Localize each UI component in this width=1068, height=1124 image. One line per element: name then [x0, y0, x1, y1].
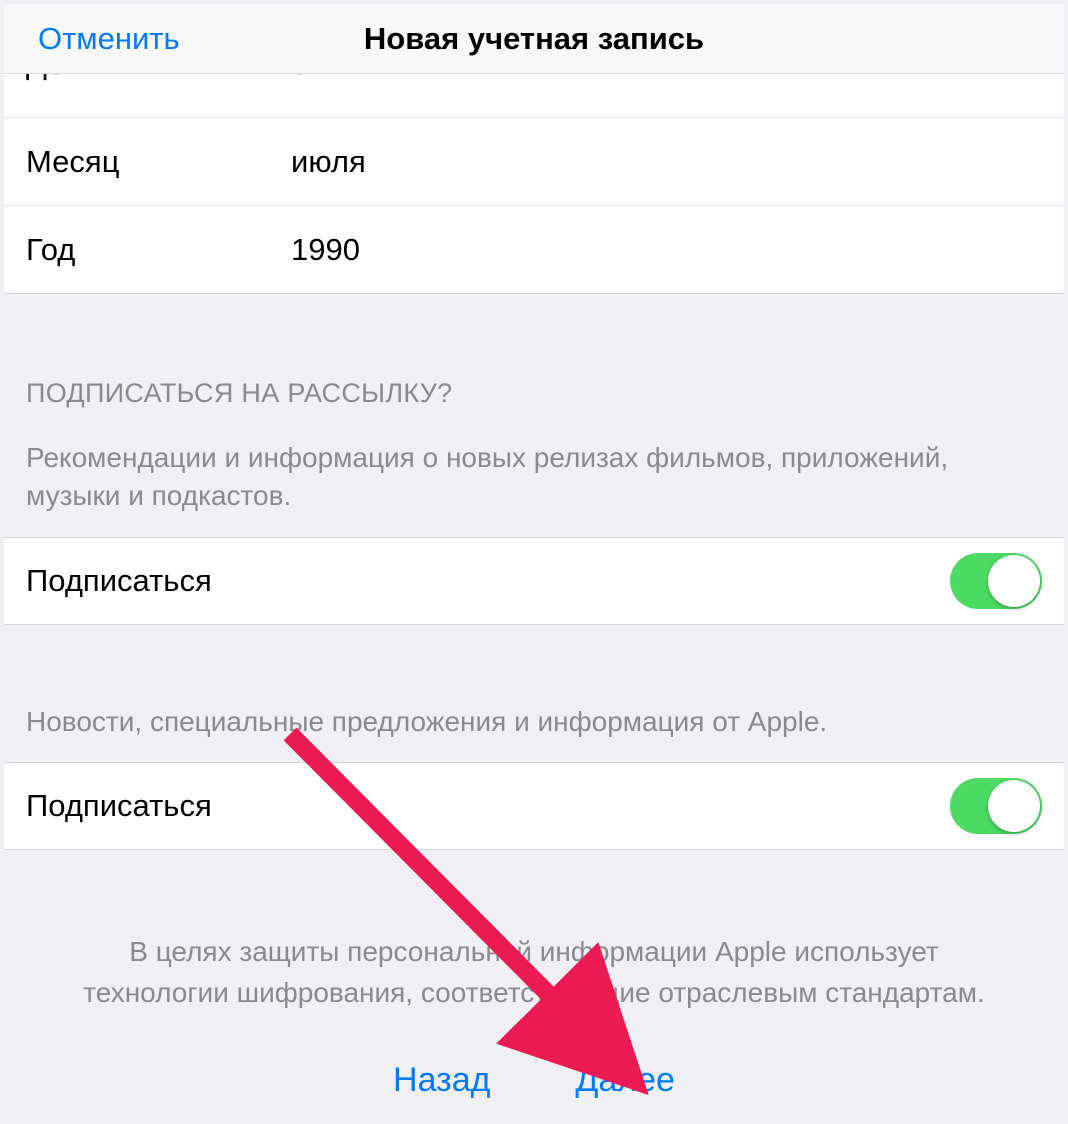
day-row[interactable]: День 5 — [4, 74, 1064, 118]
subscribe-toggle-1[interactable] — [950, 553, 1042, 609]
month-row[interactable]: Месяц июля — [4, 118, 1064, 206]
day-value: 5 — [291, 74, 308, 82]
subscribe-row-2: Подписаться — [4, 762, 1064, 850]
subscribe-toggle-2[interactable] — [950, 778, 1042, 834]
year-label: Год — [26, 232, 291, 268]
nav-bar: Отменить Новая учетная запись — [4, 4, 1064, 74]
subscribe-section-header: ПОДПИСАТЬСЯ НА РАССЫЛКУ? — [4, 294, 1064, 419]
subscribe-desc-1: Рекомендации и информация о новых релиза… — [4, 419, 1064, 537]
cancel-button[interactable]: Отменить — [38, 21, 180, 57]
day-label: День — [26, 74, 291, 82]
privacy-notice: В целях защиты персональной информации A… — [4, 850, 1064, 1013]
subscribe-label-1: Подписаться — [26, 563, 212, 599]
subscribe-label-2: Подписаться — [26, 788, 212, 824]
year-row[interactable]: Год 1990 — [4, 206, 1064, 294]
subscribe-row-1: Подписаться — [4, 537, 1064, 625]
back-button[interactable]: Назад — [393, 1061, 490, 1100]
next-button[interactable]: Далее — [575, 1061, 675, 1100]
month-label: Месяц — [26, 144, 291, 180]
month-value: июля — [291, 144, 366, 180]
subscribe-desc-2: Новости, специальные предложения и инфор… — [4, 625, 1064, 763]
footer-buttons: Назад Далее — [4, 1061, 1064, 1100]
date-form-group: День 5 Месяц июля Год 1990 — [4, 74, 1064, 294]
year-value: 1990 — [291, 232, 360, 268]
